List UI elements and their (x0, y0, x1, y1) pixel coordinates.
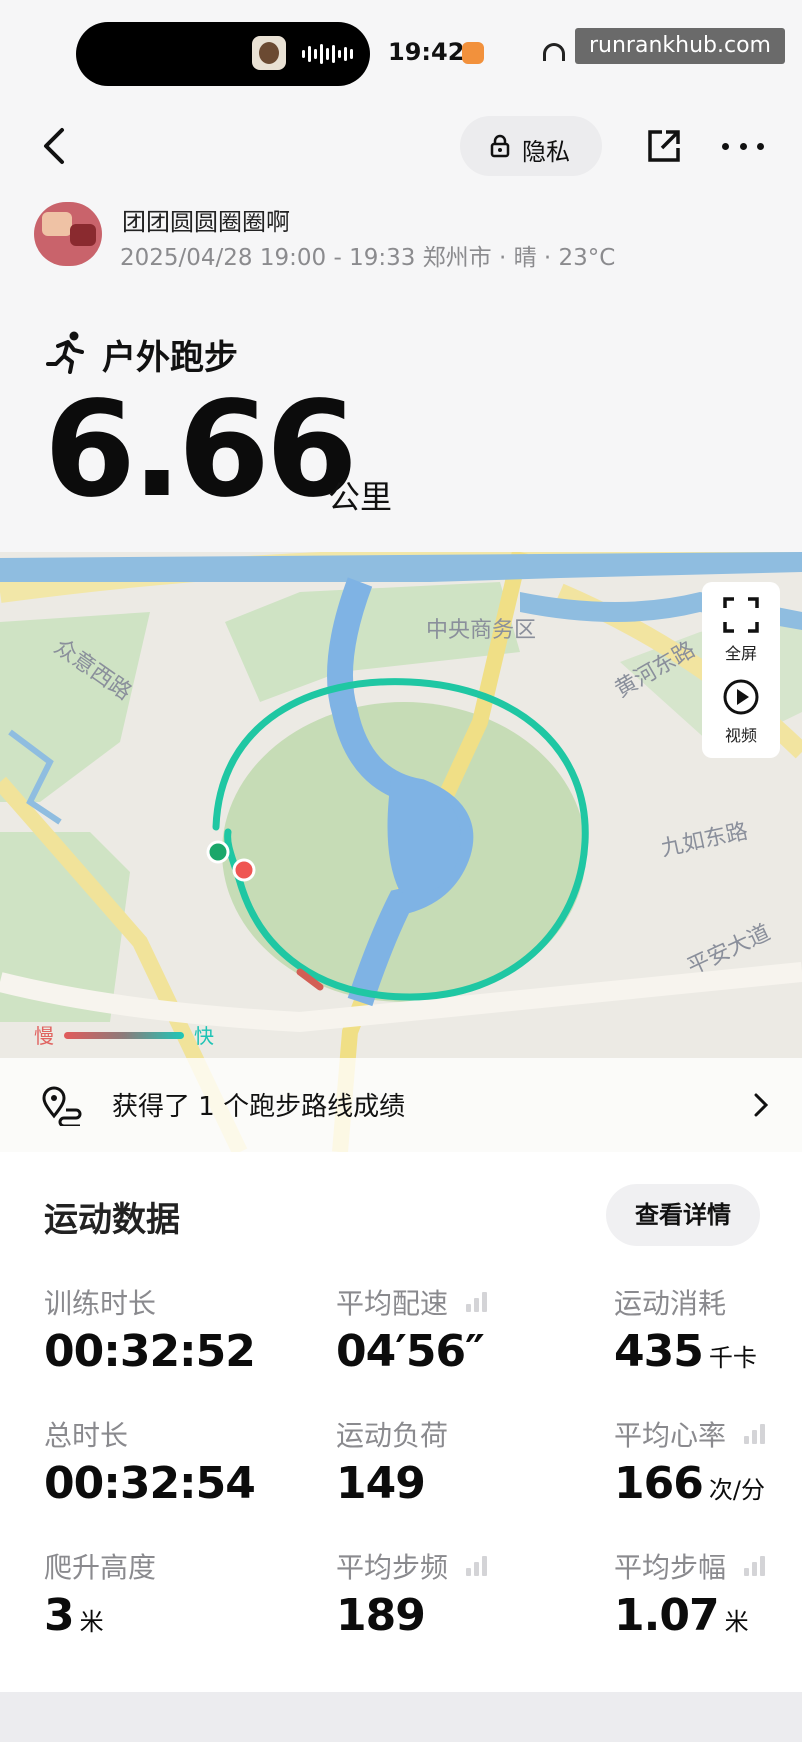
pace-gradient-bar (64, 1032, 184, 1039)
stat-avg-heart-rate[interactable]: 平均心率 166 次/分 (614, 1414, 794, 1514)
status-time: 19:42 (388, 38, 465, 66)
user-name: 团团圆圆圈圈啊 (122, 208, 290, 236)
stat-total-duration: 总时长 00:32:54 (44, 1414, 304, 1514)
view-details-button[interactable]: 查看详情 (606, 1184, 760, 1246)
stat-calories: 运动消耗 435 千卡 (614, 1282, 794, 1382)
end-marker (232, 858, 256, 882)
fullscreen-label[interactable]: 全屏 (702, 640, 780, 664)
stat-value: 3米 (44, 1590, 104, 1641)
stat-value: 00:32:52 (44, 1326, 256, 1377)
next-card-edge (0, 1692, 802, 1742)
chart-icon (744, 1554, 770, 1576)
stats-card: 运动数据 查看详情 训练时长 00:32:52 平均配速 04′56″ 运动消耗… (0, 1152, 802, 1692)
stat-label: 运动负荷 (336, 1419, 449, 1452)
stat-avg-pace[interactable]: 平均配速 04′56″ (336, 1282, 576, 1382)
play-video-icon[interactable] (722, 678, 760, 716)
route-achievement-row[interactable]: 获得了 1 个跑步路线成绩 (0, 1058, 802, 1152)
activity-type: 户外跑步 (102, 338, 238, 378)
stats-title: 运动数据 (44, 1200, 180, 1240)
route-pin-icon (42, 1086, 82, 1126)
map-controls: 全屏 视频 (702, 582, 780, 758)
distance-value: 6.66 (44, 373, 358, 527)
stat-value: 435 千卡 (614, 1326, 757, 1377)
more-icon[interactable] (722, 136, 764, 156)
stat-value: 00:32:54 (44, 1458, 256, 1509)
chevron-right-icon (754, 1093, 769, 1117)
stat-label: 平均配速 (336, 1287, 449, 1320)
album-cover-icon (252, 36, 286, 70)
legend-slow: 慢 (34, 1024, 54, 1048)
fullscreen-icon[interactable] (722, 596, 760, 634)
start-marker (206, 840, 230, 864)
legend-fast: 快 (194, 1024, 214, 1048)
avatar[interactable] (34, 202, 102, 266)
map-label: 中央商务区 (426, 618, 537, 643)
stat-label: 平均心率 (614, 1419, 727, 1452)
watermark: runrankhub.com (575, 28, 785, 64)
stat-value: 1.07 米 (614, 1590, 749, 1641)
achievement-text: 获得了 1 个跑步路线成绩 (112, 1092, 406, 1122)
chart-icon (744, 1422, 770, 1444)
privacy-button[interactable]: 隐私 (460, 116, 602, 176)
chart-icon (466, 1290, 492, 1312)
stat-label: 平均步频 (336, 1551, 449, 1584)
stat-value: 189 (336, 1590, 426, 1641)
stat-label: 训练时长 (44, 1287, 157, 1320)
back-icon[interactable] (40, 126, 70, 166)
video-label[interactable]: 视频 (702, 722, 780, 746)
stat-training-load: 运动负荷 149 (336, 1414, 576, 1514)
running-icon (46, 331, 84, 374)
share-icon[interactable] (646, 128, 682, 164)
notification-icon (462, 42, 484, 64)
privacy-label: 隐私 (522, 138, 570, 166)
stat-value: 149 (336, 1458, 426, 1509)
stat-value: 04′56″ (336, 1326, 485, 1377)
activity-meta: 2025/04/28 19:00 - 19:33 郑州市 · 晴 · 23°C (120, 245, 616, 271)
route-map[interactable]: 中央商务区 黄河东路 众意西路 九如东路 平安大道 全屏 视频 慢 快 获得了 … (0, 552, 802, 1152)
dynamic-island[interactable] (76, 22, 370, 86)
stat-avg-stride[interactable]: 平均步幅 1.07 米 (614, 1546, 794, 1646)
stat-avg-cadence[interactable]: 平均步频 189 (336, 1546, 576, 1646)
stat-value: 166 次/分 (614, 1458, 765, 1509)
headphones-icon (543, 43, 565, 61)
stat-label: 平均步幅 (614, 1551, 727, 1584)
distance-unit: 公里 (328, 478, 393, 516)
stat-label: 爬升高度 (44, 1551, 157, 1584)
chart-icon (466, 1554, 492, 1576)
stat-label: 运动消耗 (614, 1287, 727, 1320)
stat-label: 总时长 (44, 1419, 129, 1452)
stat-training-duration: 训练时长 00:32:52 (44, 1282, 304, 1382)
stat-elevation-gain: 爬升高度 3米 (44, 1546, 304, 1646)
lock-icon (490, 134, 510, 158)
audio-wave-icon (302, 42, 362, 66)
